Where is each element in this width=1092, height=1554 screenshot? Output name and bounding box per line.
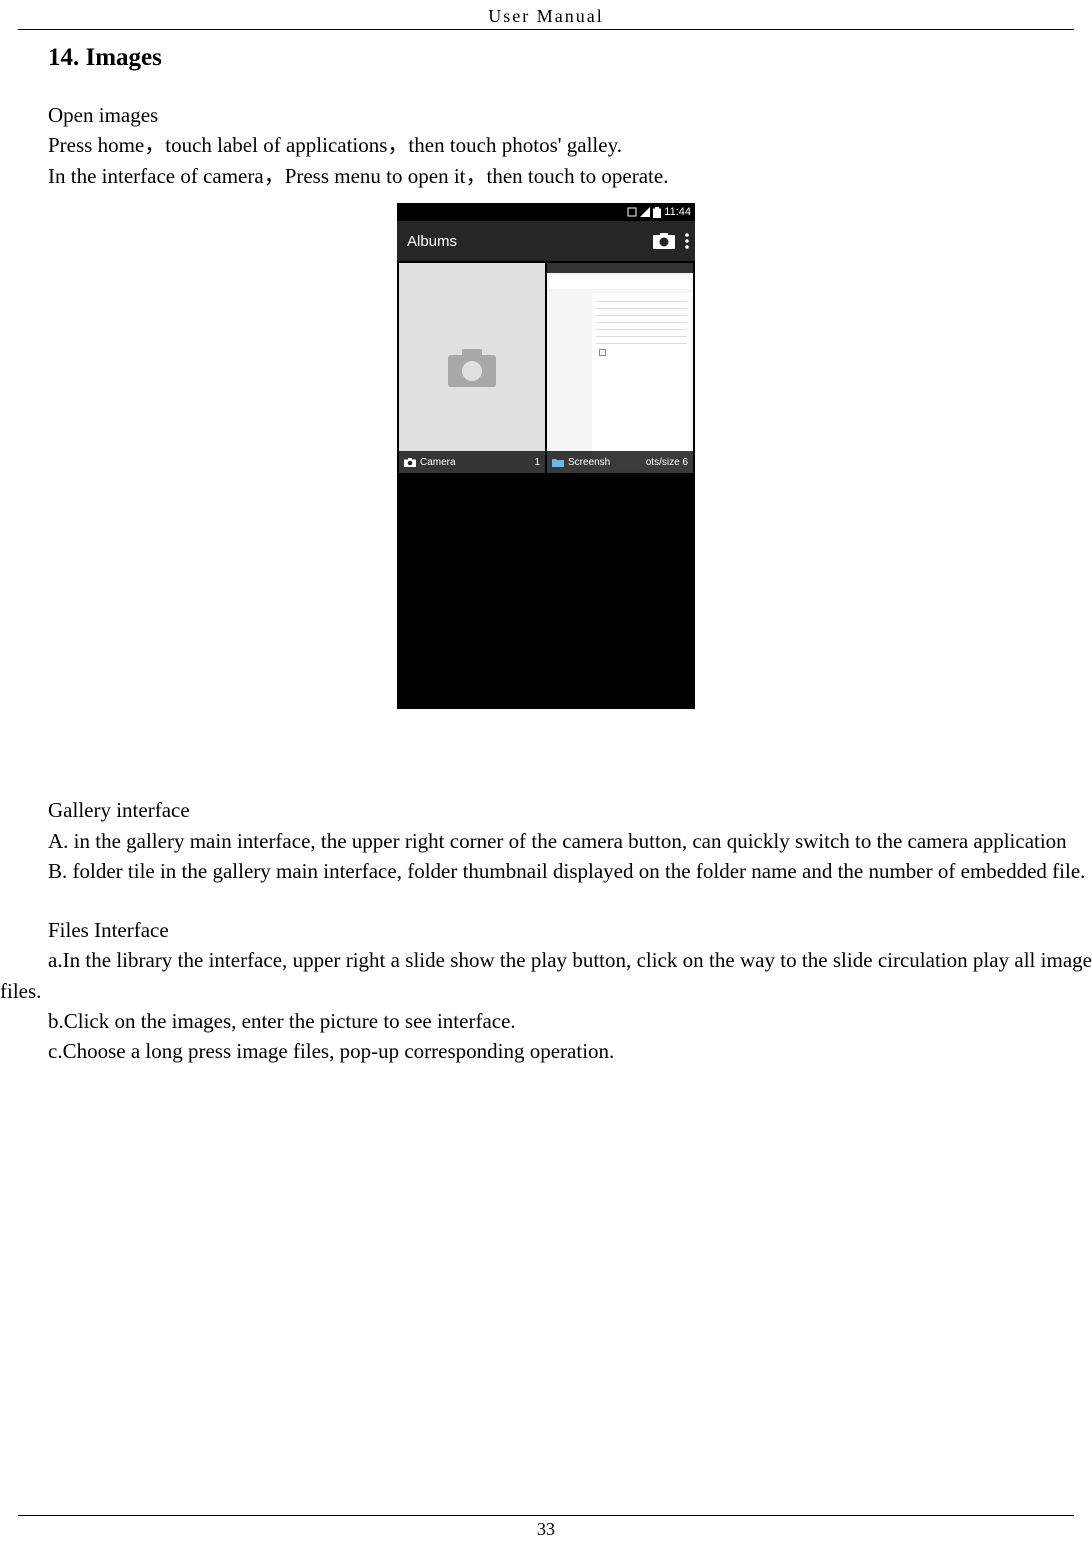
app-title: Albums (407, 233, 457, 250)
content-body: 14. Images Open images Press home，touch … (0, 44, 1092, 1067)
album-tile-camera[interactable]: Camera 1 (399, 263, 545, 473)
phone-frame: 11:44 Albums (397, 203, 695, 709)
status-bar: 11:44 (397, 203, 695, 221)
menu-refresh (596, 295, 687, 302)
intro-line-2: Press home，touch label of applications，t… (48, 130, 1092, 160)
album-screenshots-label: Screensh (568, 457, 610, 468)
intro-line-1: Open images (48, 100, 1092, 130)
app-bar: Albums (397, 221, 695, 261)
page-header: User Manual (0, 0, 1092, 29)
album-tile-footer-2: Screensh ots/size 6 (547, 451, 693, 473)
menu-desktop (596, 344, 687, 359)
camera-placeholder-icon (448, 349, 496, 387)
album-camera-count: 1 (534, 457, 540, 468)
embedded-screenshot: 11:44 Albums (0, 203, 1092, 709)
menu-stop (596, 302, 687, 309)
header-rule (18, 29, 1074, 30)
albums-grid: Camera 1 (397, 261, 695, 475)
overflow-icon[interactable] (685, 233, 689, 249)
menu-find (596, 337, 687, 344)
footer-rule (18, 1515, 1074, 1516)
browser-menu (592, 293, 691, 471)
files-b: b.Click on the images, enter the picture… (0, 1006, 1092, 1036)
gallery-a: A. in the gallery main interface, the up… (0, 826, 1092, 856)
section-title: 14. Images (48, 44, 1092, 72)
menu-close (596, 316, 687, 323)
signal-icon (640, 207, 650, 217)
gallery-b: B. folder tile in the gallery main inter… (0, 856, 1092, 886)
gallery-interface-title: Gallery interface (48, 795, 1092, 825)
intro-line-3: In the interface of camera，Press menu to… (48, 161, 1092, 191)
folder-icon (552, 458, 564, 467)
menu-offline (596, 323, 687, 330)
album-tile-screenshots[interactable]: Screensh ots/size 6 (547, 263, 693, 473)
camera-small-icon (404, 458, 416, 467)
app-bar-actions (653, 233, 689, 249)
browser-thumbnail (547, 263, 693, 473)
files-a: a.In the library the interface, upper ri… (0, 945, 1092, 1006)
page-number: 33 (0, 1519, 1092, 1540)
browser-url (549, 275, 691, 289)
album-screenshots-count: ots/size 6 (646, 457, 688, 468)
files-c: c.Choose a long press image files, pop-u… (0, 1036, 1092, 1066)
menu-bookmarks (596, 309, 687, 316)
status-time: 11:44 (664, 206, 691, 218)
battery-icon (653, 207, 661, 218)
menu-share (596, 330, 687, 337)
camera-icon[interactable] (653, 233, 675, 249)
album-camera-label: Camera (420, 457, 456, 468)
files-interface-title: Files Interface (48, 915, 1092, 945)
album-tile-footer: Camera 1 (399, 451, 545, 473)
sim-icon (627, 207, 637, 217)
